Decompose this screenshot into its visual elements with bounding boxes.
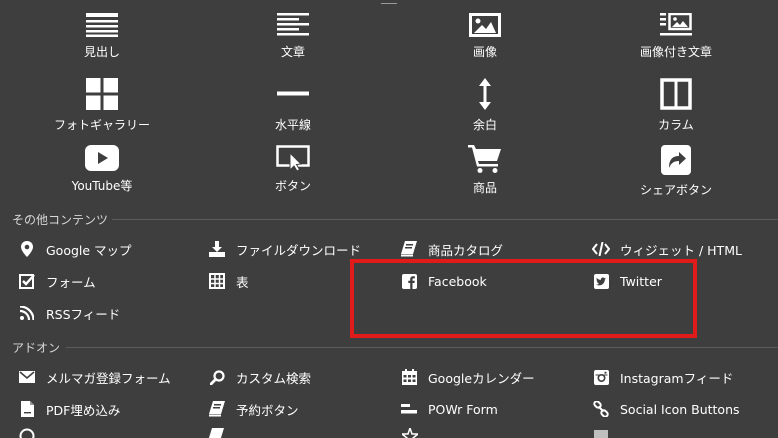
partial-row-icon: [208, 428, 224, 438]
block-columns[interactable]: カラム: [581, 78, 771, 133]
item-label: ウィジェット / HTML: [620, 242, 742, 258]
block-label: 画像付き文章: [639, 45, 712, 59]
section-divider: [112, 219, 778, 220]
item-label: 商品カタログ: [428, 242, 504, 258]
spacing-icon: [479, 78, 491, 110]
block-youtube[interactable]: YouTube等: [7, 145, 197, 194]
item-label: フォーム: [46, 274, 96, 290]
search-icon: [209, 369, 225, 385]
section-title-addons: アドオン: [12, 341, 61, 355]
form-check-icon: [19, 274, 35, 289]
partial-row-icon: [402, 428, 418, 438]
item-label: 予約ボタン: [236, 402, 299, 418]
block-label: フォトギャラリー: [53, 118, 150, 132]
item-label: Google マップ: [46, 242, 132, 258]
powr-form-icon: [401, 404, 417, 414]
item-label: 表: [236, 274, 249, 290]
block-gallery[interactable]: フォトギャラリー: [7, 78, 197, 133]
horizontal-line-icon: [277, 91, 309, 96]
item-label: Googleカレンダー: [428, 370, 535, 386]
block-label: 余白: [472, 118, 497, 132]
block-label: カラム: [658, 118, 694, 132]
item-pdf-embed[interactable]: PDF埋め込み: [18, 400, 120, 418]
block-label: 水平線: [274, 118, 311, 132]
item-social-icon-buttons[interactable]: Social Icon Buttons: [592, 400, 740, 418]
youtube-icon: [85, 145, 119, 171]
map-pin-icon: [21, 241, 33, 257]
code-icon: [592, 242, 610, 256]
block-horizontal-line[interactable]: 水平線: [198, 78, 388, 133]
reservation-icon: [209, 401, 225, 417]
cart-icon: [468, 145, 501, 173]
item-label: RSSフィード: [46, 306, 121, 322]
item-google-calendar[interactable]: Googleカレンダー: [400, 368, 535, 386]
item-file-download[interactable]: ファイルダウンロード: [208, 240, 361, 258]
item-label: Instagramフィード: [620, 370, 734, 386]
calendar-icon: [401, 369, 417, 385]
partial-row-icon: [19, 428, 35, 438]
gallery-icon: [86, 78, 118, 110]
heading-icon: [86, 13, 118, 37]
share-icon: [661, 145, 691, 175]
block-label: 文章: [280, 45, 305, 59]
item-label: ファイルダウンロード: [236, 242, 362, 258]
block-text[interactable]: 文章: [198, 13, 388, 60]
block-share[interactable]: シェアボタン: [581, 145, 771, 198]
section-divider: [66, 347, 778, 348]
item-newsletter-form[interactable]: メルマガ登録フォーム: [18, 368, 171, 386]
item-product-catalog[interactable]: 商品カタログ: [400, 240, 503, 258]
highlight-box: [350, 259, 697, 338]
item-label: PDF埋め込み: [46, 402, 121, 418]
item-label: メルマガ登録フォーム: [46, 370, 171, 386]
item-label: Social Icon Buttons: [620, 401, 740, 417]
block-image[interactable]: 画像: [390, 13, 580, 60]
instagram-icon: [593, 369, 609, 385]
item-custom-search[interactable]: カスタム検索: [208, 368, 311, 386]
item-label: カスタム検索: [236, 370, 312, 386]
pdf-icon: [20, 401, 34, 417]
item-table[interactable]: 表: [208, 272, 249, 290]
rss-icon: [20, 306, 34, 320]
block-heading[interactable]: 見出し: [7, 13, 197, 60]
partial-row-icon: [594, 428, 610, 438]
block-label: 商品: [472, 181, 497, 195]
scroll-indicator: [381, 0, 397, 4]
image-text-icon: [660, 13, 692, 36]
block-label: 画像: [472, 45, 497, 59]
item-widget-html[interactable]: ウィジェット / HTML: [592, 240, 742, 258]
columns-icon: [660, 78, 692, 110]
item-rss-feed[interactable]: RSSフィード: [18, 304, 120, 322]
item-instagram-feed[interactable]: Instagramフィード: [592, 368, 733, 386]
download-icon: [209, 241, 225, 257]
text-icon: [277, 13, 309, 36]
block-product[interactable]: 商品: [390, 145, 580, 196]
item-google-map[interactable]: Google マップ: [18, 240, 132, 258]
section-title-other-contents: その他コンテンツ: [12, 213, 109, 227]
block-button[interactable]: ボタン: [198, 145, 388, 194]
block-label: YouTube等: [71, 179, 133, 193]
table-icon: [209, 273, 225, 289]
block-label: ボタン: [274, 179, 311, 193]
catalog-icon: [401, 241, 417, 257]
item-form[interactable]: フォーム: [18, 272, 96, 290]
block-image-text[interactable]: 画像付き文章: [581, 13, 771, 60]
block-spacing[interactable]: 余白: [390, 78, 580, 133]
item-powr-form[interactable]: POWr Form: [400, 400, 498, 418]
mail-icon: [19, 371, 35, 383]
link-icon: [593, 401, 609, 417]
block-label: 見出し: [83, 45, 120, 59]
button-icon: [276, 145, 310, 171]
image-icon: [469, 13, 501, 37]
block-label: シェアボタン: [639, 183, 712, 197]
item-reservation-button[interactable]: 予約ボタン: [208, 400, 299, 418]
item-label: POWr Form: [428, 401, 498, 417]
